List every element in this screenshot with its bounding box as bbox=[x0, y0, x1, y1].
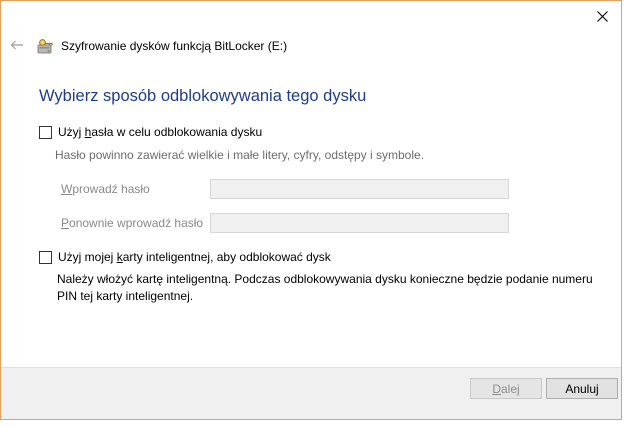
password-option-label[interactable]: Użyj hasła w celu odblokowania dysku bbox=[58, 125, 262, 139]
bitlocker-key-drive-icon bbox=[37, 38, 53, 53]
back-arrow-icon bbox=[10, 40, 23, 50]
next-button[interactable]: Dalej bbox=[470, 378, 542, 399]
reenter-password-label: Ponownie wprowadź hasło bbox=[61, 216, 204, 230]
cancel-button[interactable]: Anuluj bbox=[546, 378, 618, 399]
page-heading: Wybierz sposób odblokowywania tego dysku bbox=[39, 87, 367, 105]
window-title: Szyfrowanie dysków funkcją BitLocker (E:… bbox=[61, 39, 288, 53]
smartcard-checkbox[interactable] bbox=[39, 250, 52, 264]
dialog-footer: Dalej Anuluj bbox=[1, 367, 621, 419]
window-title-row: Szyfrowanie dysków funkcją BitLocker (E:… bbox=[37, 37, 287, 55]
back-button[interactable] bbox=[9, 37, 25, 53]
reenter-password-field[interactable] bbox=[210, 213, 509, 233]
smartcard-option-label[interactable]: Użyj mojej karty inteligentnej, aby odbl… bbox=[58, 250, 331, 264]
password-option-row[interactable]: Użyj hasła w celu odblokowania dysku bbox=[39, 125, 262, 139]
enter-password-label: Wprowadź hasło bbox=[61, 182, 150, 196]
password-hint: Hasło powinno zawierać wielkie i małe li… bbox=[55, 148, 425, 162]
enter-password-field[interactable] bbox=[210, 179, 509, 199]
close-icon bbox=[596, 10, 608, 22]
bitlocker-dialog: Szyfrowanie dysków funkcją BitLocker (E:… bbox=[0, 0, 622, 420]
close-button[interactable] bbox=[591, 7, 613, 25]
password-checkbox[interactable] bbox=[39, 125, 52, 139]
smartcard-description: Należy włożyć kartę inteligentną. Podcza… bbox=[57, 272, 593, 303]
smartcard-option-row[interactable]: Użyj mojej karty inteligentnej, aby odbl… bbox=[39, 250, 331, 264]
